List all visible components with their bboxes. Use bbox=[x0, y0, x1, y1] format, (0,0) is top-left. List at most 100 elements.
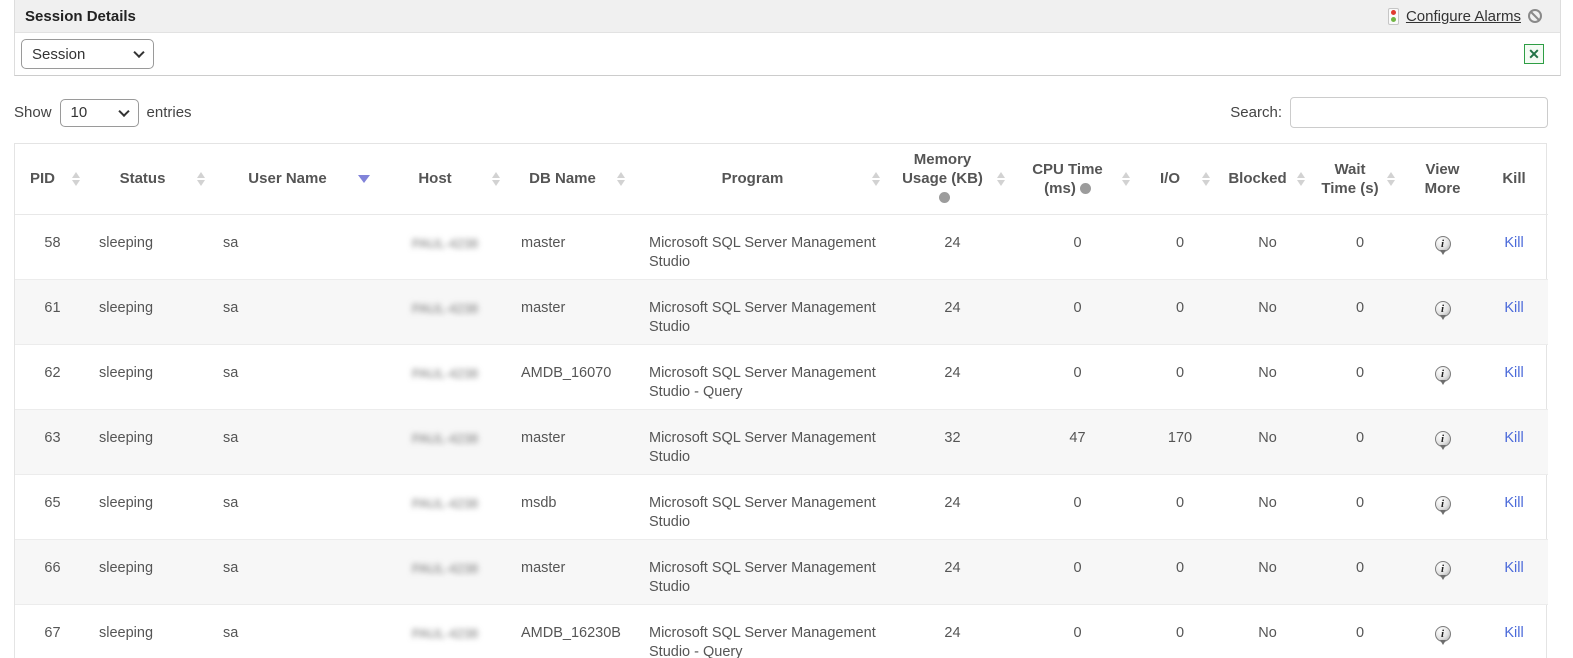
cell-pid: 63 bbox=[15, 409, 90, 475]
column-header-db[interactable]: DB Name bbox=[510, 144, 635, 215]
cell-value: No bbox=[1258, 624, 1277, 641]
column-label: Blocked bbox=[1228, 170, 1287, 188]
column-header-io[interactable]: I/O bbox=[1140, 144, 1220, 215]
column-header-memory[interactable]: Memory Usage (KB) bbox=[890, 144, 1015, 215]
cell-value: master bbox=[521, 429, 566, 446]
page-size-select[interactable]: 10 bbox=[59, 98, 139, 127]
cell-user: sa bbox=[215, 604, 380, 658]
column-header-host[interactable]: Host bbox=[380, 144, 510, 215]
column-header-cpu[interactable]: CPU Time (ms) bbox=[1015, 144, 1140, 215]
cell-kill: Kill bbox=[1480, 604, 1548, 658]
view-more-info-icon[interactable]: i bbox=[1434, 235, 1451, 255]
cell-value: 24 bbox=[944, 234, 961, 251]
panel-toolbar: Session ✕ bbox=[15, 33, 1560, 75]
cell-value: 0 bbox=[1175, 299, 1185, 316]
cell-value: 0 bbox=[1355, 624, 1365, 641]
view-more-info-icon[interactable]: i bbox=[1434, 365, 1451, 385]
cell-host: PAUL-4238 bbox=[380, 279, 510, 345]
cell-value: sa bbox=[223, 429, 239, 446]
column-header-pid[interactable]: PID bbox=[15, 144, 90, 215]
cell-value: 0 bbox=[1175, 234, 1185, 251]
kill-session-link[interactable]: Kill bbox=[1504, 300, 1523, 316]
kill-session-link[interactable]: Kill bbox=[1504, 235, 1523, 251]
view-more-info-icon[interactable]: i bbox=[1434, 300, 1451, 320]
cell-value: 58 bbox=[44, 234, 61, 251]
column-header-wait[interactable]: Wait Time (s) bbox=[1315, 144, 1405, 215]
cell-host: PAUL-4238 bbox=[380, 474, 510, 540]
configure-alarms-link[interactable]: Configure Alarms bbox=[1406, 8, 1521, 25]
cell-value: 24 bbox=[944, 624, 961, 641]
column-label: PID bbox=[29, 170, 55, 188]
kill-session-link[interactable]: Kill bbox=[1504, 495, 1523, 511]
show-entries-control: Show 10 entries bbox=[14, 98, 192, 127]
cell-value: 66 bbox=[44, 559, 61, 576]
cell-db: master bbox=[510, 409, 635, 475]
cell-db: AMDB_16070 bbox=[510, 344, 635, 410]
sort-icon bbox=[617, 171, 625, 186]
table-row: 63 sleeping sa PAUL-4238 master Microsoft SQL… bbox=[15, 409, 1548, 475]
cell-value: msdb bbox=[521, 494, 557, 511]
cell-status: sleeping bbox=[90, 214, 215, 280]
cell-io: 0 bbox=[1140, 279, 1220, 345]
disable-alarms-icon[interactable] bbox=[1528, 9, 1542, 23]
cell-value: 63 bbox=[44, 429, 61, 446]
column-label: I/O bbox=[1159, 170, 1180, 188]
cell-program: Microsoft SQL Server Management Studio bbox=[635, 474, 890, 540]
cell-value: No bbox=[1258, 299, 1277, 316]
cell-pid: 67 bbox=[15, 604, 90, 658]
kill-session-link[interactable]: Kill bbox=[1504, 430, 1523, 446]
kill-session-link[interactable]: Kill bbox=[1504, 625, 1523, 641]
cell-value: 0 bbox=[1073, 234, 1082, 251]
table-row: 61 sleeping sa PAUL-4238 master Microsoft SQL… bbox=[15, 279, 1548, 345]
cell-value: Microsoft SQL Server Management Studio -… bbox=[649, 364, 876, 400]
cell-db: master bbox=[510, 539, 635, 605]
cell-value: 170 bbox=[1167, 429, 1193, 446]
kill-session-link[interactable]: Kill bbox=[1504, 365, 1523, 381]
cell-io: 0 bbox=[1140, 214, 1220, 280]
cell-value: No bbox=[1258, 234, 1277, 251]
search-input[interactable] bbox=[1290, 97, 1548, 128]
sort-icon bbox=[1202, 171, 1210, 186]
column-header-user[interactable]: User Name bbox=[215, 144, 380, 215]
sort-icon bbox=[72, 171, 80, 186]
column-header-status[interactable]: Status bbox=[90, 144, 215, 215]
blurred-host-value: PAUL-4238 bbox=[411, 430, 479, 446]
cell-value: 61 bbox=[44, 299, 61, 316]
cell-value: master bbox=[521, 234, 566, 251]
view-more-info-icon[interactable]: i bbox=[1434, 430, 1451, 450]
export-excel-icon[interactable]: ✕ bbox=[1524, 44, 1544, 64]
view-more-info-icon[interactable]: i bbox=[1434, 625, 1451, 645]
cell-value: AMDB_16230B bbox=[521, 624, 621, 641]
cell-value: 0 bbox=[1355, 559, 1365, 576]
cell-io: 170 bbox=[1140, 409, 1220, 475]
sort-icon bbox=[492, 171, 500, 186]
cell-kill: Kill bbox=[1480, 214, 1548, 280]
column-header-blocked[interactable]: Blocked bbox=[1220, 144, 1315, 215]
sessions-table: PID Status User Name Host DB Name Program Memo… bbox=[14, 143, 1548, 658]
cell-value: 0 bbox=[1073, 364, 1082, 381]
cell-viewmore: i bbox=[1405, 474, 1480, 540]
blurred-host-value: PAUL-4238 bbox=[411, 495, 479, 511]
cell-db: master bbox=[510, 279, 635, 345]
column-header-program[interactable]: Program bbox=[635, 144, 890, 215]
cell-cpu: 0 bbox=[1015, 539, 1140, 605]
cell-value: sleeping bbox=[99, 559, 154, 576]
view-type-select[interactable]: Session bbox=[21, 39, 154, 69]
cell-value: sa bbox=[223, 364, 239, 381]
view-more-info-icon[interactable]: i bbox=[1434, 560, 1451, 580]
cell-memory: 24 bbox=[890, 604, 1015, 658]
cell-viewmore: i bbox=[1405, 344, 1480, 410]
cell-user: sa bbox=[215, 344, 380, 410]
cell-cpu: 0 bbox=[1015, 474, 1140, 540]
cell-value: 0 bbox=[1355, 299, 1365, 316]
search-label: Search: bbox=[1230, 104, 1282, 121]
cell-user: sa bbox=[215, 539, 380, 605]
blurred-host-value: PAUL-4238 bbox=[411, 235, 479, 251]
cell-host: PAUL-4238 bbox=[380, 539, 510, 605]
info-i-glyph: i bbox=[1440, 302, 1445, 315]
cell-io: 0 bbox=[1140, 539, 1220, 605]
cell-value: sa bbox=[223, 559, 239, 576]
cell-memory: 24 bbox=[890, 214, 1015, 280]
view-more-info-icon[interactable]: i bbox=[1434, 495, 1451, 515]
kill-session-link[interactable]: Kill bbox=[1504, 560, 1523, 576]
